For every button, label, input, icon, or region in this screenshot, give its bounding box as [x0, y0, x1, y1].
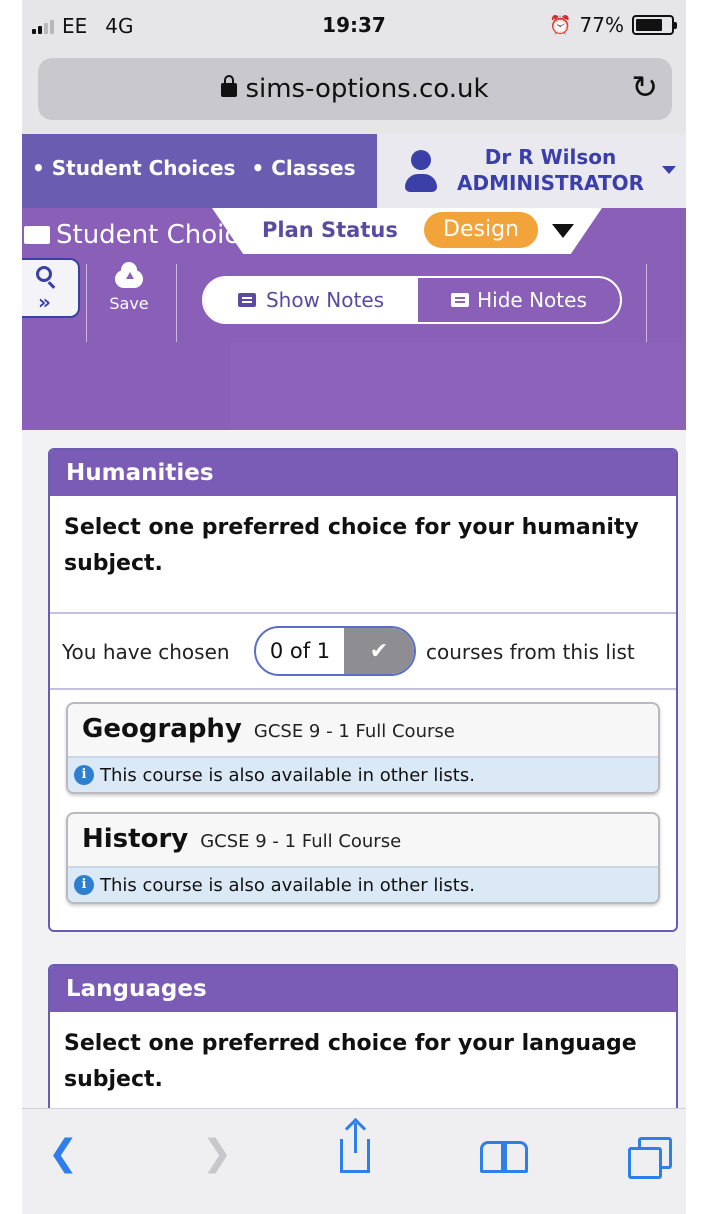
course-card-history[interactable]: History GCSE 9 - 1 Full Course i This cou… [66, 812, 660, 904]
bookmarks-icon[interactable] [480, 1141, 530, 1175]
info-icon: i [74, 875, 94, 895]
alarm-icon: ⏰ [549, 14, 572, 36]
panel-title: Languages [50, 966, 676, 1012]
user-menu[interactable]: Dr R Wilson ADMINISTRATOR [377, 134, 686, 208]
page-toolbar: Student Choices Plan Status Design » Sav… [22, 208, 686, 430]
notes-toggle: Show Notes Hide Notes [202, 276, 622, 324]
phone-screen: EE 4G 19:37 ⏰ 77% sims-options.co.uk ↻ S… [22, 0, 686, 1214]
course-type: GCSE 9 - 1 Full Course [253, 721, 455, 742]
folder-open-icon [24, 226, 50, 244]
search-toggle-button[interactable]: » [22, 258, 80, 318]
user-icon [405, 150, 437, 194]
course-name: Geography [82, 714, 242, 744]
search-icon [36, 266, 52, 282]
save-button[interactable]: Save [104, 262, 154, 313]
main-nav: Student Choices Classes [32, 156, 356, 180]
notes-icon [237, 293, 256, 307]
share-icon[interactable] [340, 1123, 370, 1173]
cloud-upload-icon [115, 262, 143, 288]
plan-status-dropdown-icon[interactable] [552, 224, 574, 238]
main-content[interactable]: Humanities Select one preferred choice f… [22, 430, 686, 1108]
tabs-icon[interactable] [628, 1137, 674, 1181]
battery-icon [632, 15, 677, 35]
app-header: Student Choices Classes Dr R Wilson ADMI… [22, 134, 686, 208]
course-name: History [82, 824, 189, 854]
humanities-panel: Humanities Select one preferred choice f… [48, 448, 678, 932]
panel-title: Humanities [50, 450, 676, 496]
lock-icon [221, 75, 238, 97]
caret-down-icon[interactable] [662, 166, 676, 174]
show-notes-button[interactable]: Show Notes [204, 278, 418, 322]
nav-student-choices[interactable]: Student Choices [32, 156, 236, 180]
browser-toolbar: sims-options.co.uk ↻ [22, 50, 686, 134]
course-type: GCSE 9 - 1 Full Course [200, 831, 402, 852]
nav-classes[interactable]: Classes [251, 156, 355, 180]
info-icon: i [74, 765, 94, 785]
course-card-geography[interactable]: Geography GCSE 9 - 1 Full Course i This c… [66, 702, 660, 794]
panel-description: Select one preferred choice for your hum… [64, 515, 639, 576]
plan-status-badge[interactable]: Design [424, 212, 538, 248]
choice-counter-row: You have chosen 0 of 1 ✔ courses from th… [50, 612, 676, 690]
forward-icon[interactable]: ❯ [202, 1133, 232, 1174]
browser-bottom-bar: ❮ ❯ [22, 1108, 686, 1214]
confirm-choices-button[interactable]: ✔ [344, 628, 414, 674]
panel-description: Select one preferred choice for your lan… [64, 1031, 637, 1092]
user-role: ADMINISTRATOR [457, 171, 645, 195]
plan-status-label: Plan Status [262, 218, 398, 242]
address-bar[interactable]: sims-options.co.uk ↻ [38, 58, 672, 120]
back-icon[interactable]: ❮ [48, 1133, 78, 1174]
course-note: i This course is also available in other … [68, 866, 658, 902]
user-name: Dr R Wilson [484, 145, 617, 169]
choice-count: 0 of 1 [269, 639, 331, 663]
double-chevron-right-icon: » [38, 290, 51, 314]
notes-hidden-icon [451, 293, 470, 307]
course-note: i This course is also available in other … [68, 756, 658, 792]
status-bar: EE 4G 19:37 ⏰ 77% [22, 0, 686, 50]
choice-counter: 0 of 1 ✔ [254, 626, 416, 676]
url-text: sims-options.co.uk [245, 74, 489, 104]
check-icon: ✔ [369, 638, 389, 664]
languages-panel: Languages Select one preferred choice fo… [48, 964, 678, 1108]
battery-percent: 77% [579, 13, 624, 37]
reload-icon[interactable]: ↻ [631, 68, 658, 106]
hide-notes-button[interactable]: Hide Notes [418, 278, 620, 322]
